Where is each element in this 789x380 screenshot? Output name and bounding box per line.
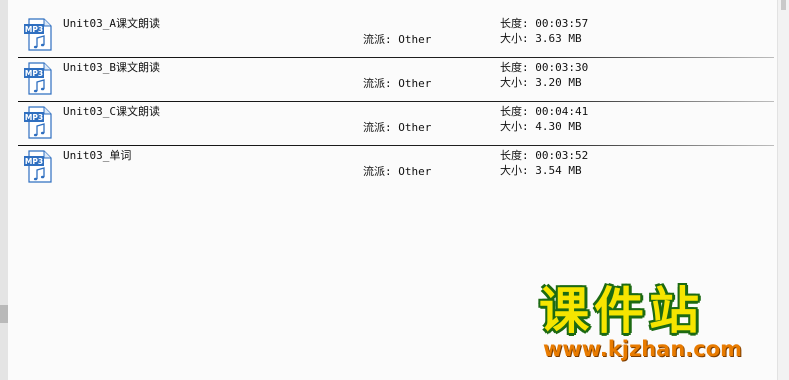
- file-size: 大小: 4.30 MB: [500, 120, 582, 133]
- file-genre: 流派: Other: [363, 33, 432, 46]
- file-browser-window: MP3 Unit03_A课文朗读 流派: Other 长度: 00:03:57 …: [0, 0, 789, 380]
- svg-text:MP3: MP3: [25, 25, 43, 34]
- file-genre: 流派: Other: [363, 77, 432, 90]
- file-size: 大小: 3.54 MB: [500, 164, 582, 177]
- watermark-title: 课件站: [539, 282, 704, 340]
- mp3-file-icon: MP3: [24, 18, 52, 51]
- left-pane-edge: [0, 0, 8, 380]
- svg-text:MP3: MP3: [25, 69, 43, 78]
- file-name: Unit03_B课文朗读: [63, 61, 160, 74]
- file-size: 大小: 3.20 MB: [500, 76, 582, 89]
- file-name: Unit03_A课文朗读: [63, 17, 160, 30]
- scrollbar-edge[interactable]: [777, 0, 789, 380]
- file-genre: 流派: Other: [363, 165, 432, 178]
- mp3-file-icon: MP3: [24, 150, 52, 183]
- file-item[interactable]: MP3 Unit03_单词 流派: Other 长度: 00:03:52 大小:…: [18, 146, 774, 190]
- file-length: 长度: 00:03:57: [500, 17, 589, 30]
- scrollbar-mark: [781, 0, 786, 10]
- file-item[interactable]: MP3 Unit03_A课文朗读 流派: Other 长度: 00:03:57 …: [18, 14, 774, 58]
- file-details: 长度: 00:03:57 大小: 3.63 MB: [500, 17, 588, 47]
- file-length: 长度: 00:03:52: [500, 149, 589, 162]
- mp3-file-icon: MP3: [24, 62, 52, 95]
- file-details: 长度: 00:03:52 大小: 3.54 MB: [500, 149, 588, 179]
- svg-text:MP3: MP3: [25, 157, 43, 166]
- file-name: Unit03_单词: [63, 149, 132, 162]
- file-details: 长度: 00:04:41 大小: 4.30 MB: [500, 105, 588, 135]
- file-size: 大小: 3.63 MB: [500, 32, 582, 45]
- file-length: 长度: 00:04:41: [500, 105, 589, 118]
- pane-notch: [0, 305, 8, 323]
- file-length: 长度: 00:03:30: [500, 61, 589, 74]
- site-watermark: 课件站 www.kjzhan.com: [533, 284, 773, 364]
- mp3-file-icon: MP3: [24, 106, 52, 139]
- file-name: Unit03_C课文朗读: [63, 105, 160, 118]
- file-item[interactable]: MP3 Unit03_B课文朗读 流派: Other 长度: 00:03:30 …: [18, 58, 774, 102]
- file-details: 长度: 00:03:30 大小: 3.20 MB: [500, 61, 588, 91]
- watermark-url: www.kjzhan.com: [543, 337, 743, 361]
- file-list: MP3 Unit03_A课文朗读 流派: Other 长度: 00:03:57 …: [18, 14, 774, 190]
- svg-text:MP3: MP3: [25, 113, 43, 122]
- file-item[interactable]: MP3 Unit03_C课文朗读 流派: Other 长度: 00:04:41 …: [18, 102, 774, 146]
- file-genre: 流派: Other: [363, 121, 432, 134]
